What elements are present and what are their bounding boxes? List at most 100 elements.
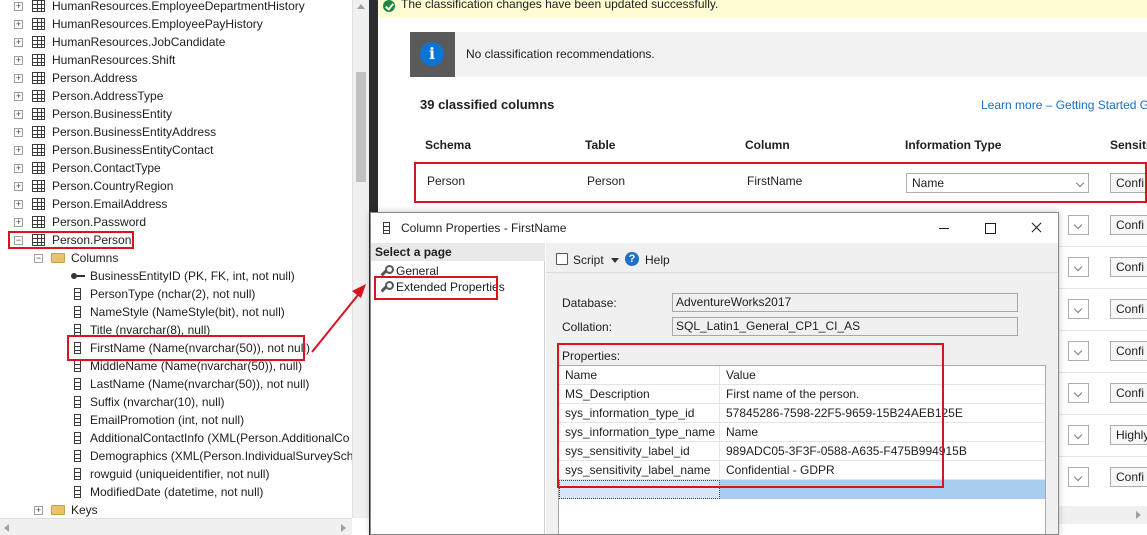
tree-node-column-firstname[interactable]: FirstName (Name(nvarchar(50)), not null) bbox=[0, 339, 352, 357]
property-name[interactable]: sys_information_type_name bbox=[559, 423, 720, 442]
expand-icon[interactable]: + bbox=[34, 506, 43, 515]
expand-icon[interactable]: + bbox=[14, 218, 23, 227]
property-row[interactable]: sys_information_type_name Name bbox=[559, 423, 1045, 442]
tree-node-table[interactable]: + HumanResources.EmployeeDepartmentHisto… bbox=[0, 0, 352, 15]
information-type-select[interactable] bbox=[1068, 215, 1089, 235]
property-row[interactable]: sys_sensitivity_label_name Confidential … bbox=[559, 461, 1045, 480]
tree-node-column[interactable]: PersonType (nchar(2), not null) bbox=[0, 285, 352, 303]
property-value[interactable]: Confidential - GDPR bbox=[720, 461, 1045, 480]
sensitivity-label-select[interactable]: Confi bbox=[1110, 299, 1147, 319]
information-type-select[interactable] bbox=[1068, 467, 1089, 487]
expand-icon[interactable]: + bbox=[14, 110, 23, 119]
expand-icon[interactable]: + bbox=[14, 2, 23, 11]
tree-node-column[interactable]: BusinessEntityID (PK, FK, int, not null) bbox=[0, 267, 352, 285]
sensitivity-label-select[interactable]: Confi bbox=[1110, 383, 1147, 403]
information-type-select[interactable] bbox=[1068, 425, 1089, 445]
sensitivity-label-select[interactable]: Highly bbox=[1110, 425, 1147, 445]
expand-icon[interactable]: + bbox=[14, 128, 23, 137]
tree-node-table[interactable]: + Person.CountryRegion bbox=[0, 177, 352, 195]
tree-node-table[interactable]: + Person.AddressType bbox=[0, 87, 352, 105]
tree-node-column[interactable]: LastName (Name(nvarchar(50)), not null) bbox=[0, 375, 352, 393]
dialog-titlebar[interactable]: Column Properties - FirstName bbox=[371, 213, 1058, 243]
expand-icon[interactable]: + bbox=[14, 92, 23, 101]
sensitivity-label-select[interactable]: Confi bbox=[1110, 341, 1147, 361]
sensitivity-label-select[interactable]: Confi bbox=[1110, 173, 1147, 193]
tree-vertical-scrollbar[interactable] bbox=[352, 0, 369, 518]
page-extended-properties[interactable]: Extended Properties bbox=[396, 280, 505, 294]
tree-node-label: Person.BusinessEntityAddress bbox=[52, 125, 217, 139]
tree-node-table[interactable]: + HumanResources.EmployeePayHistory bbox=[0, 15, 352, 33]
minimize-button[interactable] bbox=[921, 213, 967, 243]
tree-node-table[interactable]: + HumanResources.JobCandidate bbox=[0, 33, 352, 51]
tree-node-column[interactable]: AdditionalContactInfo (XML(Person.Additi… bbox=[0, 429, 352, 447]
help-button[interactable]: Help bbox=[645, 253, 670, 267]
tree-node-column[interactable]: Demographics (XML(Person.IndividualSurve… bbox=[0, 447, 352, 465]
help-icon[interactable]: ? bbox=[625, 252, 639, 266]
tree-node-table[interactable]: + Person.Password bbox=[0, 213, 352, 231]
expand-icon[interactable]: + bbox=[14, 38, 23, 47]
information-type-select[interactable] bbox=[1068, 299, 1089, 319]
close-button[interactable] bbox=[1013, 213, 1058, 243]
property-row[interactable]: sys_sensitivity_label_id 989ADC05-3F3F-0… bbox=[559, 442, 1045, 461]
property-value[interactable]: First name of the person. bbox=[720, 385, 1045, 404]
tree-node-table[interactable]: + Person.Address bbox=[0, 69, 352, 87]
scroll-up-icon[interactable] bbox=[357, 4, 365, 9]
tree-node-table[interactable]: + Person.ContactType bbox=[0, 159, 352, 177]
information-type-select[interactable] bbox=[1068, 257, 1089, 277]
tree-node-table[interactable]: + Person.EmailAddress bbox=[0, 195, 352, 213]
scroll-right-icon[interactable] bbox=[341, 524, 346, 532]
property-row[interactable]: sys_information_type_id 57845286-7598-22… bbox=[559, 404, 1045, 423]
new-row-name-cell[interactable] bbox=[559, 480, 720, 499]
property-name[interactable]: MS_Description bbox=[559, 385, 720, 404]
information-type-select[interactable]: Name bbox=[906, 173, 1089, 193]
maximize-button[interactable] bbox=[967, 213, 1013, 243]
grid-new-row[interactable] bbox=[559, 480, 1045, 499]
tree-horizontal-scrollbar[interactable] bbox=[0, 518, 352, 535]
scroll-right-icon[interactable] bbox=[1136, 511, 1141, 519]
extended-properties-grid[interactable]: Name Value MS_Description First name of … bbox=[558, 365, 1046, 534]
page-general[interactable]: General bbox=[396, 264, 439, 278]
sensitivity-label-select[interactable]: Confi bbox=[1110, 215, 1147, 235]
property-value[interactable]: 989ADC05-3F3F-0588-A635-F475B994915B bbox=[720, 442, 1045, 461]
collapse-icon[interactable]: − bbox=[34, 254, 43, 263]
tree-node-column[interactable]: rowguid (uniqueidentifier, not null) bbox=[0, 465, 352, 483]
expand-icon[interactable]: + bbox=[14, 146, 23, 155]
learn-more-link[interactable]: Learn more – Getting Started Gu bbox=[981, 98, 1147, 112]
script-icon[interactable] bbox=[556, 253, 568, 265]
tree-node-column[interactable]: Title (nvarchar(8), null) bbox=[0, 321, 352, 339]
sensitivity-label-select[interactable]: Confi bbox=[1110, 257, 1147, 277]
property-name[interactable]: sys_sensitivity_label_name bbox=[559, 461, 720, 480]
tree-node-column[interactable]: Suffix (nvarchar(10), null) bbox=[0, 393, 352, 411]
property-name[interactable]: sys_sensitivity_label_id bbox=[559, 442, 720, 461]
tree-node-column[interactable]: ModifiedDate (datetime, not null) bbox=[0, 483, 352, 501]
scroll-thumb[interactable] bbox=[356, 72, 366, 182]
script-button[interactable]: Script bbox=[573, 253, 604, 267]
tree-node-columns-folder[interactable]: − Columns bbox=[0, 249, 352, 267]
property-value[interactable]: 57845286-7598-22F5-9659-15B24AEB125E bbox=[720, 404, 1045, 423]
expand-icon[interactable]: + bbox=[14, 56, 23, 65]
information-type-select[interactable] bbox=[1068, 341, 1089, 361]
tree-node-person-person[interactable]: − Person.Person bbox=[0, 231, 352, 249]
expand-icon[interactable]: + bbox=[14, 164, 23, 173]
information-type-select[interactable] bbox=[1068, 383, 1089, 403]
tree-node-table[interactable]: + HumanResources.Shift bbox=[0, 51, 352, 69]
property-value[interactable]: Name bbox=[720, 423, 1045, 442]
tree-node-table[interactable]: + Person.BusinessEntity bbox=[0, 105, 352, 123]
pane-horizontal-scrollbar[interactable] bbox=[1058, 506, 1147, 524]
property-row[interactable]: MS_Description First name of the person. bbox=[559, 385, 1045, 404]
expand-icon[interactable]: + bbox=[14, 20, 23, 29]
tree-node-table[interactable]: + Person.BusinessEntityAddress bbox=[0, 123, 352, 141]
tree-node-column[interactable]: NameStyle (NameStyle(bit), not null) bbox=[0, 303, 352, 321]
tree-node-column[interactable]: MiddleName (Name(nvarchar(50)), null) bbox=[0, 357, 352, 375]
chevron-down-icon[interactable] bbox=[611, 258, 619, 263]
collapse-icon[interactable]: − bbox=[14, 236, 23, 245]
expand-icon[interactable]: + bbox=[14, 74, 23, 83]
tree-node-table[interactable]: + Person.BusinessEntityContact bbox=[0, 141, 352, 159]
sensitivity-label-select[interactable]: Confi bbox=[1110, 467, 1147, 487]
expand-icon[interactable]: + bbox=[14, 182, 23, 191]
tree-node-keys-folder[interactable]: + Keys bbox=[0, 501, 352, 519]
tree-node-column[interactable]: EmailPromotion (int, not null) bbox=[0, 411, 352, 429]
property-name[interactable]: sys_information_type_id bbox=[559, 404, 720, 423]
expand-icon[interactable]: + bbox=[14, 200, 23, 209]
scroll-left-icon[interactable] bbox=[4, 524, 9, 532]
